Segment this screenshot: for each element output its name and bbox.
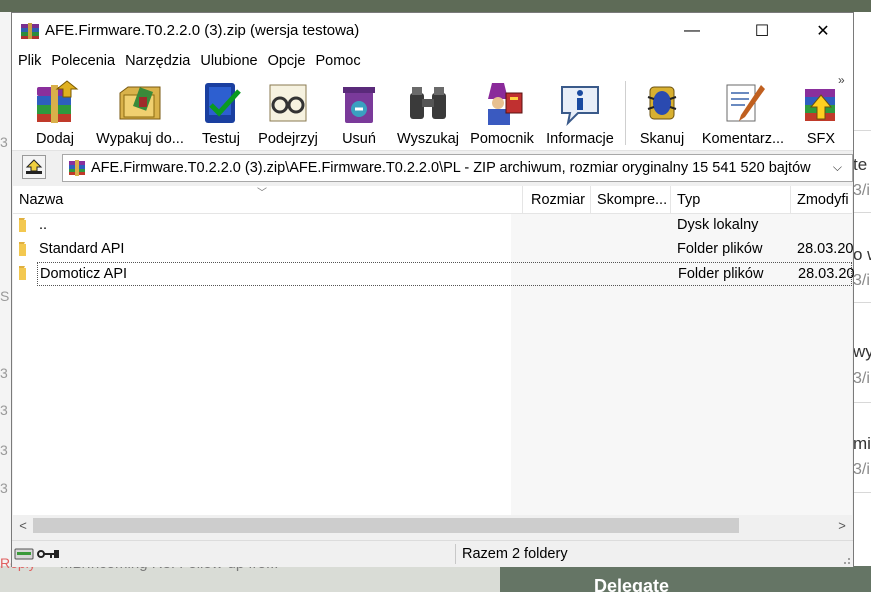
scan-icon [647, 86, 677, 120]
list-item[interactable]: .. Dysk lokalny [13, 214, 852, 238]
window-title: AFE.Firmware.T0.2.2.0 (3).zip (wersja te… [45, 22, 360, 39]
drive-key-icon[interactable] [14, 546, 60, 562]
file-type: Folder plików [678, 266, 764, 282]
info-button[interactable]: Informacje [542, 77, 618, 149]
background-text: 3/i [853, 461, 870, 478]
comment-icon [726, 84, 765, 122]
background-text: S [0, 288, 10, 304]
menu-ulubione[interactable]: Ulubione [194, 53, 262, 69]
address-bar: AFE.Firmware.T0.2.2.0 (3).zip\AFE.Firmwa… [12, 152, 853, 184]
background-text: 3 [0, 402, 8, 418]
file-name: Domoticz API [40, 266, 128, 282]
toolbar-overflow-chevron-icon[interactable]: » [838, 73, 845, 87]
menu-opcje[interactable]: Opcje [262, 53, 311, 69]
minimize-button[interactable]: — [669, 13, 715, 49]
path-combobox[interactable]: AFE.Firmware.T0.2.2.0 (3).zip\AFE.Firmwa… [62, 154, 853, 182]
file-list[interactable]: Nazwa ﹀ Rozmiar Skompre... Typ Zmodyfi .… [13, 186, 855, 515]
find-icon [410, 87, 446, 119]
test-icon [205, 83, 241, 123]
view-icon [269, 84, 307, 122]
folder-icon [19, 266, 26, 280]
column-header-name[interactable]: Nazwa ﹀ [13, 186, 523, 214]
dropdown-chevron-icon[interactable]: ⌵ [833, 160, 842, 175]
up-arrow-icon [25, 159, 43, 174]
folder-icon [19, 218, 26, 232]
delete-button[interactable]: Usuń [330, 77, 388, 149]
background-right-strip [853, 12, 871, 572]
background-text: mi [853, 434, 871, 453]
winrar-app-icon [21, 23, 39, 39]
menu-bar: Plik Polecenia Narzędzia Ulubione Opcje … [12, 49, 853, 73]
background-text: 3/i [853, 370, 870, 387]
resize-grip-icon[interactable] [841, 555, 851, 565]
menu-polecenia[interactable]: Polecenia [45, 53, 120, 69]
file-name: .. [39, 217, 48, 233]
menu-pomoc[interactable]: Pomoc [309, 53, 365, 69]
wizard-icon [488, 83, 523, 125]
extract-icon [119, 86, 161, 120]
title-bar[interactable]: AFE.Firmware.T0.2.2.0 (3).zip (wersja te… [12, 13, 853, 49]
background-text: 3 [0, 365, 8, 381]
background-text: 3 [0, 442, 8, 458]
winrar-window: AFE.Firmware.T0.2.2.0 (3).zip (wersja te… [11, 12, 854, 567]
column-header-packed[interactable]: Skompre... [591, 186, 671, 214]
list-item-focused[interactable]: Domoticz API Folder plików 28.03.20 [37, 262, 855, 286]
column-header-type[interactable]: Typ [671, 186, 791, 214]
archive-icon [69, 160, 85, 176]
test-button[interactable]: Testuj [192, 77, 250, 149]
background-text: Delegate [594, 576, 670, 592]
sfx-button[interactable]: SFX [792, 77, 850, 149]
add-archive-icon [37, 80, 79, 123]
extract-to-button[interactable]: Wypakuj do... [90, 77, 190, 149]
comment-button[interactable]: Komentarz... [698, 77, 788, 149]
menu-plik[interactable]: Plik [12, 53, 46, 69]
file-name: Standard API [39, 241, 125, 257]
scan-button[interactable]: Skanuj [632, 77, 692, 149]
file-type: Dysk lokalny [677, 217, 759, 233]
column-header-modified[interactable]: Zmodyfi [791, 186, 852, 214]
list-item[interactable]: Standard API Folder plików 28.03.20 [13, 238, 854, 262]
background-left-strip: 3 S 3 3 3 3 [0, 12, 11, 572]
background-text: 3 [0, 480, 8, 496]
info-icon [561, 86, 599, 127]
add-button[interactable]: Dodaj [20, 77, 90, 149]
scroll-right-button[interactable]: > [832, 515, 852, 535]
horizontal-scrollbar[interactable]: < > [13, 515, 852, 535]
background-text: o w [853, 245, 871, 264]
file-modified: 28.03.20 [798, 266, 855, 282]
column-header-size[interactable]: Rozmiar [523, 186, 591, 214]
delete-icon [343, 87, 375, 123]
view-button[interactable]: Podejrzyj [252, 77, 324, 149]
menu-narzedzia[interactable]: Narzędzia [119, 53, 195, 69]
maximize-button[interactable]: ☐ [739, 13, 785, 49]
file-type: Folder plików [677, 241, 763, 257]
toolbar-separator [625, 81, 626, 145]
find-button[interactable]: Wyszukaj [392, 77, 464, 149]
close-button[interactable]: ✕ [800, 13, 846, 49]
scroll-left-button[interactable]: < [13, 515, 33, 535]
up-folder-button[interactable] [22, 155, 46, 179]
wizard-button[interactable]: Pomocnik [464, 77, 540, 149]
background-text: 3 [0, 134, 8, 150]
status-text: Razem 2 foldery [462, 546, 568, 562]
background-text: 3/i [853, 182, 870, 199]
scrollbar-thumb[interactable] [33, 518, 739, 533]
column-header-row: Nazwa ﹀ Rozmiar Skompre... Typ Zmodyfi [13, 186, 852, 214]
background-text: wy [853, 342, 871, 361]
background-text: te [853, 155, 868, 174]
status-bar: Razem 2 foldery [12, 540, 853, 567]
background-top-strip [0, 0, 871, 12]
background-text: 3/i [853, 272, 870, 289]
folder-icon [19, 242, 26, 256]
sort-indicator-icon: ﹀ [257, 188, 267, 199]
file-modified: 28.03.20 [797, 241, 854, 257]
toolbar: Dodaj Wypakuj do... Testuj Podejrzyj Usu… [12, 73, 853, 151]
archive-path-text: AFE.Firmware.T0.2.2.0 (3).zip\AFE.Firmwa… [91, 160, 811, 176]
